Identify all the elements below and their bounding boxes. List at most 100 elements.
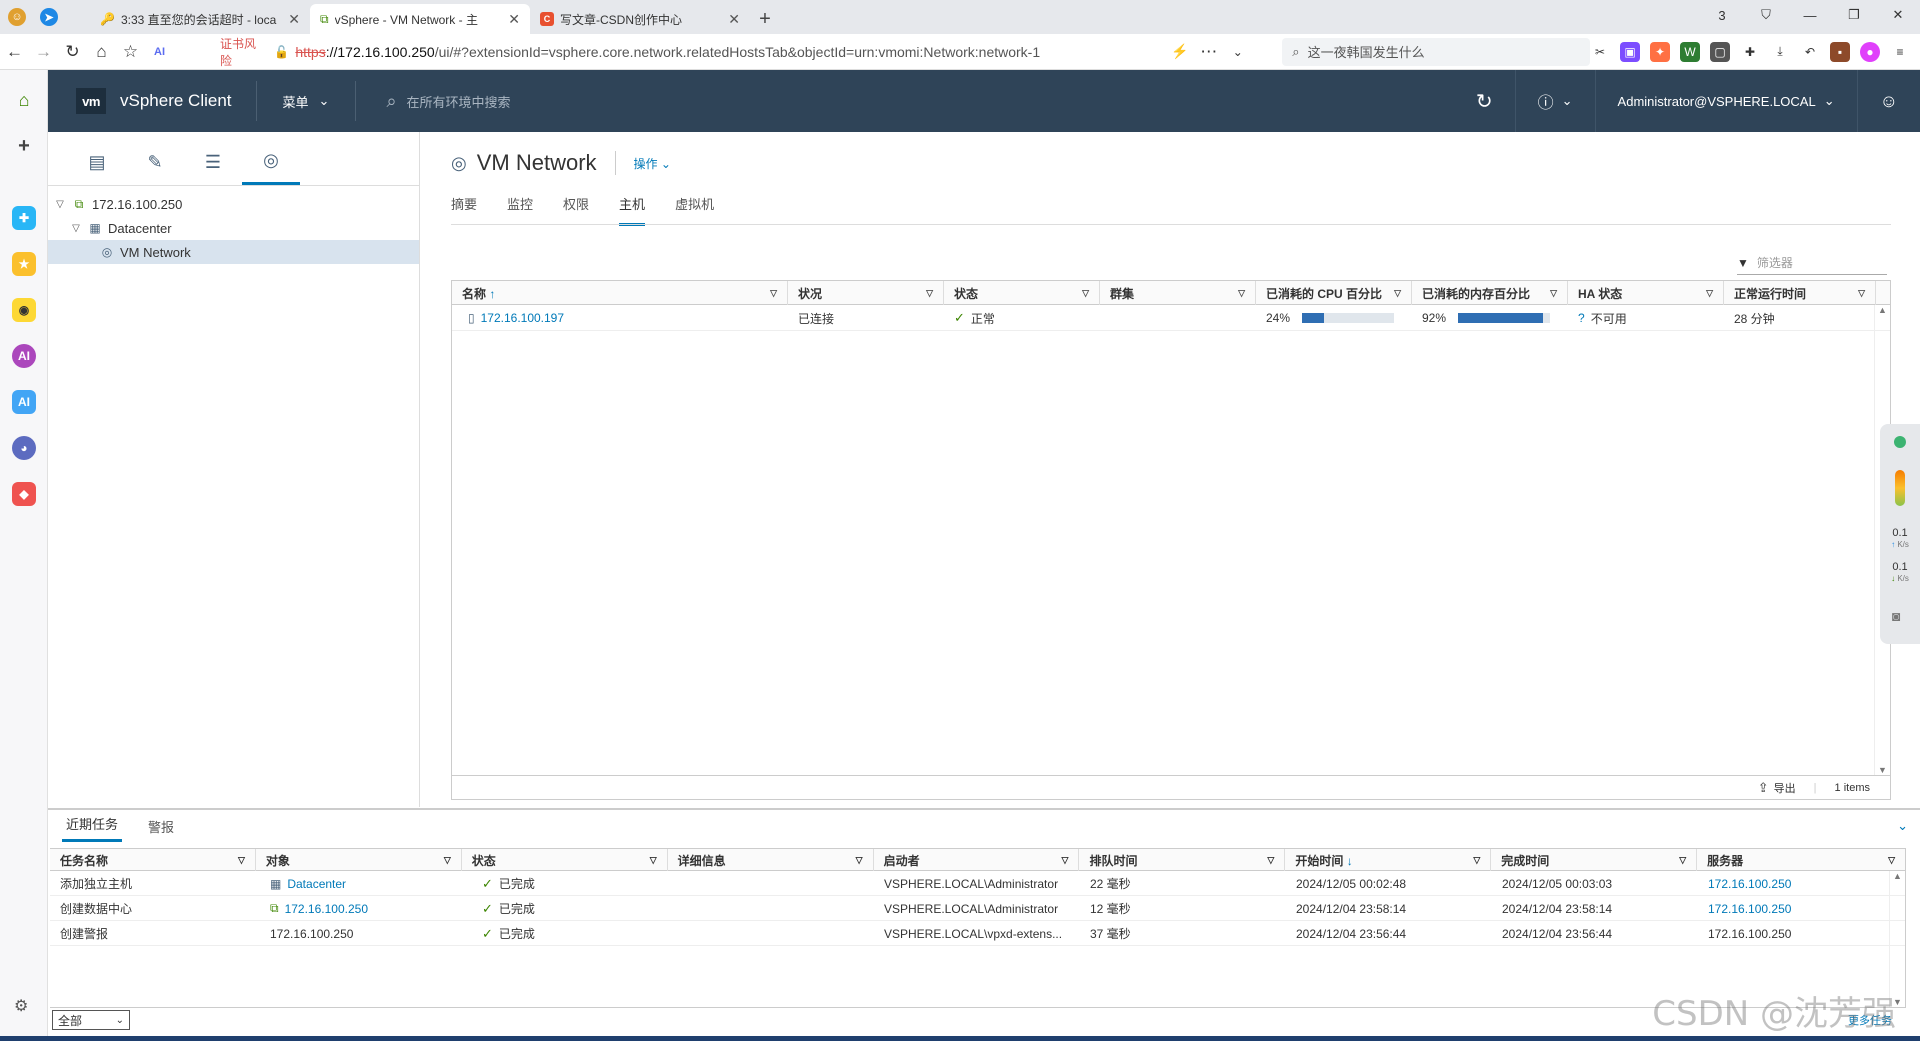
chevron-down-icon[interactable]: ▽ bbox=[238, 855, 245, 866]
vms-templates-icon[interactable]: ✎ bbox=[126, 139, 184, 185]
chevron-down-icon[interactable]: ▽ bbox=[856, 855, 863, 866]
vmware-logo[interactable]: vm bbox=[76, 88, 106, 114]
ai-extension-icon[interactable]: AI bbox=[145, 37, 174, 67]
tree-node-datacenter[interactable]: ▽ ▦ Datacenter bbox=[48, 216, 419, 240]
browser-tab-csdn[interactable]: C 写文章-CSDN创作中心 ✕ bbox=[530, 4, 750, 34]
profile-avatar-icon[interactable]: ☺ bbox=[8, 8, 26, 26]
chevron-down-icon[interactable]: ▽ bbox=[1082, 288, 1089, 299]
home-button[interactable]: ⌂ bbox=[87, 37, 116, 67]
briefcase-icon[interactable]: ▪ bbox=[1830, 41, 1851, 62]
storage-icon[interactable]: ☰ bbox=[184, 139, 242, 185]
game-app-icon[interactable]: ◆ bbox=[12, 482, 36, 506]
chevron-down-icon[interactable]: ▽ bbox=[1706, 288, 1713, 299]
column-header-object[interactable]: 对象 ▽ bbox=[256, 849, 462, 871]
object-link[interactable]: Datacenter bbox=[287, 877, 346, 891]
tab-alarms[interactable]: 警报 bbox=[144, 817, 178, 842]
scroll-down-icon[interactable]: ▼ bbox=[1875, 765, 1890, 775]
global-search-input[interactable]: ⌕ 在所有环境中搜索 bbox=[386, 91, 510, 112]
column-header-condition[interactable]: 状况 ▽ bbox=[788, 281, 944, 305]
column-header-status[interactable]: 状态 ▽ bbox=[944, 281, 1100, 305]
column-header-start[interactable]: 开始时间 ↓ ▽ bbox=[1285, 849, 1492, 871]
ai-assistant-icon[interactable]: AI bbox=[12, 390, 36, 414]
chevron-down-icon[interactable]: ⌄ bbox=[1223, 37, 1252, 67]
chevron-down-icon[interactable]: ▽ bbox=[1473, 855, 1480, 866]
chevron-down-icon[interactable]: ▽ bbox=[1267, 855, 1274, 866]
chevron-down-icon[interactable]: ▽ bbox=[926, 288, 933, 299]
star-app-icon[interactable]: ★ bbox=[12, 252, 36, 276]
chevron-down-icon[interactable]: ▽ bbox=[1394, 288, 1401, 299]
task-filter-select[interactable]: 全部 ⌄ bbox=[52, 1010, 130, 1030]
column-header-ha[interactable]: HA 状态 ▽ bbox=[1568, 281, 1724, 305]
scroll-up-icon[interactable]: ▲ bbox=[1875, 305, 1890, 315]
column-header-queued[interactable]: 排队时间 ▽ bbox=[1079, 849, 1286, 871]
app-blue-icon[interactable]: ✚ bbox=[12, 206, 36, 230]
table-row[interactable]: 创建警报 172.16.100.250 ✓ 已完成 VSPHERE.LOCAL\v… bbox=[50, 921, 1905, 946]
chevron-down-icon[interactable]: ▽ bbox=[54, 199, 66, 210]
undo-icon[interactable]: ↶ bbox=[1800, 42, 1820, 62]
collections-icon[interactable]: ⛉ bbox=[1744, 0, 1788, 30]
export-button[interactable]: ⇪ 导出 bbox=[1758, 780, 1796, 796]
tree-node-vcenter[interactable]: ▽ ⧉ 172.16.100.250 bbox=[48, 192, 419, 216]
puzzle-icon[interactable]: ✚ bbox=[1740, 42, 1760, 62]
flash-icon[interactable]: ⚡ bbox=[1165, 37, 1194, 67]
app-title[interactable]: vSphere Client bbox=[120, 91, 232, 111]
chat-app-icon[interactable]: ◉ bbox=[12, 298, 36, 322]
color-extension-icon[interactable]: ● bbox=[1860, 41, 1881, 62]
feedback-button[interactable]: ☺ bbox=[1856, 70, 1920, 132]
cell-server-link[interactable]: 172.16.100.250 bbox=[1698, 896, 1888, 921]
chevron-down-icon[interactable]: ▽ bbox=[1888, 855, 1895, 866]
bot-app-icon[interactable]: ◕ bbox=[12, 436, 36, 460]
favorites-icon[interactable]: ☆ bbox=[116, 37, 145, 67]
hosts-clusters-icon[interactable]: ▤ bbox=[68, 139, 126, 185]
minimize-button[interactable]: — bbox=[1788, 0, 1832, 30]
column-header-end[interactable]: 完成时间 ▽ bbox=[1491, 849, 1698, 871]
tab-counter-badge[interactable]: 3 bbox=[1700, 0, 1744, 30]
reload-button[interactable]: ↻ bbox=[58, 37, 87, 67]
table-row[interactable]: 添加独立主机 ▦ Datacenter ✓ 已完成 VSPHERE.LOCAL\Ad… bbox=[50, 871, 1905, 896]
new-tab-button[interactable]: + bbox=[750, 4, 780, 34]
networking-icon[interactable]: ◎ bbox=[242, 139, 300, 185]
table-row[interactable]: ▯ 172.16.100.197 已连接 ✓ 正常 24% 92% ? 不可用 … bbox=[452, 305, 1890, 331]
add-icon[interactable]: + bbox=[12, 134, 36, 158]
tree-node-vm-network[interactable]: ◎ VM Network bbox=[48, 240, 419, 264]
chevron-down-icon[interactable]: ▽ bbox=[70, 223, 82, 234]
column-header-memory[interactable]: 已消耗的内存百分比 ▽ bbox=[1412, 281, 1568, 305]
chevron-down-icon[interactable]: ▽ bbox=[444, 855, 451, 866]
close-tab-icon[interactable]: ✕ bbox=[288, 11, 300, 28]
home-icon[interactable]: ⌂ bbox=[12, 88, 36, 112]
camera-icon[interactable]: ◙ bbox=[1892, 608, 1900, 624]
url-field[interactable]: https://172.16.100.250/ui/#?extensionId=… bbox=[295, 38, 1165, 66]
menu-icon[interactable]: ≡ bbox=[1890, 42, 1910, 62]
cut-icon[interactable]: ✂ bbox=[1590, 42, 1610, 62]
actions-menu[interactable]: 操作 ⌄ bbox=[634, 155, 671, 172]
telegram-icon[interactable]: ➤ bbox=[40, 8, 58, 26]
game-extension-icon[interactable]: ✦ bbox=[1650, 41, 1671, 62]
refresh-button[interactable]: ↻ bbox=[1454, 70, 1515, 132]
column-header-cpu[interactable]: 已消耗的 CPU 百分比 ▽ bbox=[1256, 281, 1412, 305]
menu-dropdown[interactable]: 菜单 ⌄ bbox=[283, 92, 330, 111]
browser-search-input[interactable]: ⌕ 这一夜韩国发生什么 bbox=[1282, 37, 1591, 66]
restore-button[interactable]: ❐ bbox=[1832, 0, 1876, 30]
column-header-details[interactable]: 详细信息 ▽ bbox=[668, 849, 874, 871]
column-header-status[interactable]: 状态 ▽ bbox=[462, 849, 668, 871]
network-speed-widget[interactable]: 0.1 ↑ K/s 0.1 ↓ K/s ◙ bbox=[1880, 424, 1920, 644]
column-header-task[interactable]: 任务名称 ▽ bbox=[50, 849, 256, 871]
browser-tab-session[interactable]: 🔑 3:33 直至您的会话超时 - loca ✕ bbox=[90, 4, 310, 34]
chevron-down-icon[interactable]: ▽ bbox=[1238, 288, 1245, 299]
close-tab-icon[interactable]: ✕ bbox=[728, 11, 740, 28]
column-header-uptime[interactable]: 正常运行时间 ▽ bbox=[1724, 281, 1876, 305]
tab-recent-tasks[interactable]: 近期任务 bbox=[62, 814, 123, 842]
user-menu[interactable]: Administrator@VSPHERE.LOCAL ⌄ bbox=[1594, 70, 1857, 132]
close-window-button[interactable]: ✕ bbox=[1876, 0, 1920, 30]
screenshot-icon[interactable]: ▢ bbox=[1710, 41, 1731, 62]
tab-permissions[interactable]: 权限 bbox=[563, 194, 589, 226]
host-link[interactable]: 172.16.100.197 bbox=[481, 311, 564, 325]
chevron-down-icon[interactable]: ▽ bbox=[1679, 855, 1686, 866]
filter-input[interactable]: ▼ 筛选器 bbox=[1737, 254, 1887, 275]
column-header-cluster[interactable]: 群集 ▽ bbox=[1100, 281, 1256, 305]
browser-tab-vsphere[interactable]: ⧉ vSphere - VM Network - 主 ✕ bbox=[310, 4, 530, 34]
settings-gear-icon[interactable]: ⚙ bbox=[14, 996, 28, 1016]
object-link[interactable]: 172.16.100.250 bbox=[285, 902, 368, 916]
forward-button[interactable]: → bbox=[29, 37, 58, 67]
chevron-down-icon[interactable]: ▽ bbox=[770, 288, 777, 299]
